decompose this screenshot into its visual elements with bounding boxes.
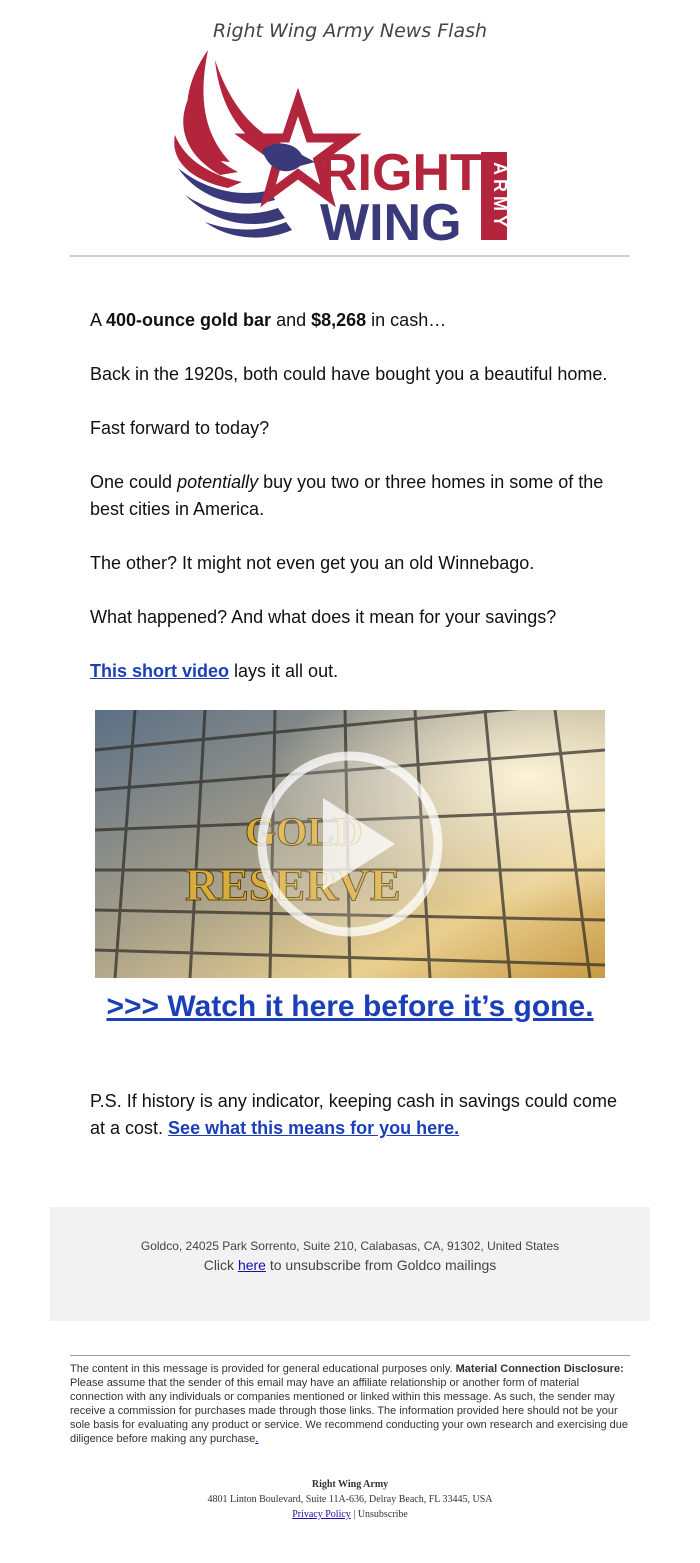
signoff-links: Privacy Policy | Unsubscribe — [292, 1509, 408, 1520]
disclaimer-divider — [70, 1355, 630, 1356]
gold-bar-highlight: 400-ounce gold bar — [106, 310, 272, 330]
ps-paragraph: P.S. If history is any indicator, keepin… — [90, 1091, 617, 1138]
footer-address: Goldco, 24025 Park Sorrento, Suite 210, … — [140, 1239, 560, 1253]
logo-word-wing: WING — [320, 194, 462, 245]
watch-cta-link[interactable]: >>> Watch it here before it’s gone. — [106, 990, 593, 1023]
video-thumbnail[interactable]: GOLD RESERVE — [95, 710, 605, 978]
footer-unsubscribe: Click here to unsubscribe from Goldco ma… — [203, 1257, 497, 1273]
disclaimer-text: The content in this message is provided … — [70, 1363, 629, 1445]
header-divider — [70, 255, 630, 257]
newsletter-title: Right Wing Army News Flash — [212, 20, 488, 42]
play-icon[interactable] — [257, 751, 443, 937]
watch-cta: >>> Watch it here before it’s gone. — [0, 990, 700, 1024]
signoff-address: 4801 Linton Boulevard, Suite 11A-636, De… — [207, 1494, 493, 1505]
paragraph-5: The other? It might not even get you an … — [90, 553, 535, 573]
paragraph-2: Back in the 1920s, both could have bough… — [90, 364, 608, 384]
disclaimer-end-link[interactable]: . — [255, 1433, 258, 1445]
see-what-this-means-link[interactable]: See what this means for you here. — [168, 1118, 459, 1138]
unsubscribe-here-link[interactable]: here — [238, 1257, 266, 1273]
signoff: Right Wing Army 4801 Linton Boulevard, S… — [0, 1477, 700, 1522]
logo-word-army: ARMY — [490, 162, 510, 231]
privacy-policy-link[interactable]: Privacy Policy — [292, 1509, 351, 1520]
cash-highlight: $8,268 — [311, 310, 367, 330]
paragraph-1: A 400-ounce gold bar and $8,268 in cash… — [90, 310, 447, 330]
paragraph-7: This short video lays it all out. — [90, 661, 339, 681]
footer-box: Goldco, 24025 Park Sorrento, Suite 210, … — [50, 1207, 650, 1321]
paragraph-6: What happened? And what does it mean for… — [90, 607, 557, 627]
signoff-name: Right Wing Army — [311, 1479, 389, 1490]
signoff-unsubscribe[interactable]: Unsubscribe — [358, 1509, 408, 1520]
right-wing-army-logo: RIGHT WING ARMY — [174, 50, 510, 245]
paragraph-4: One could potentially buy you two or thr… — [90, 472, 604, 519]
video-still: GOLD RESERVE — [95, 710, 605, 978]
short-video-link[interactable]: This short video — [90, 661, 229, 681]
paragraph-3: Fast forward to today? — [90, 418, 270, 438]
